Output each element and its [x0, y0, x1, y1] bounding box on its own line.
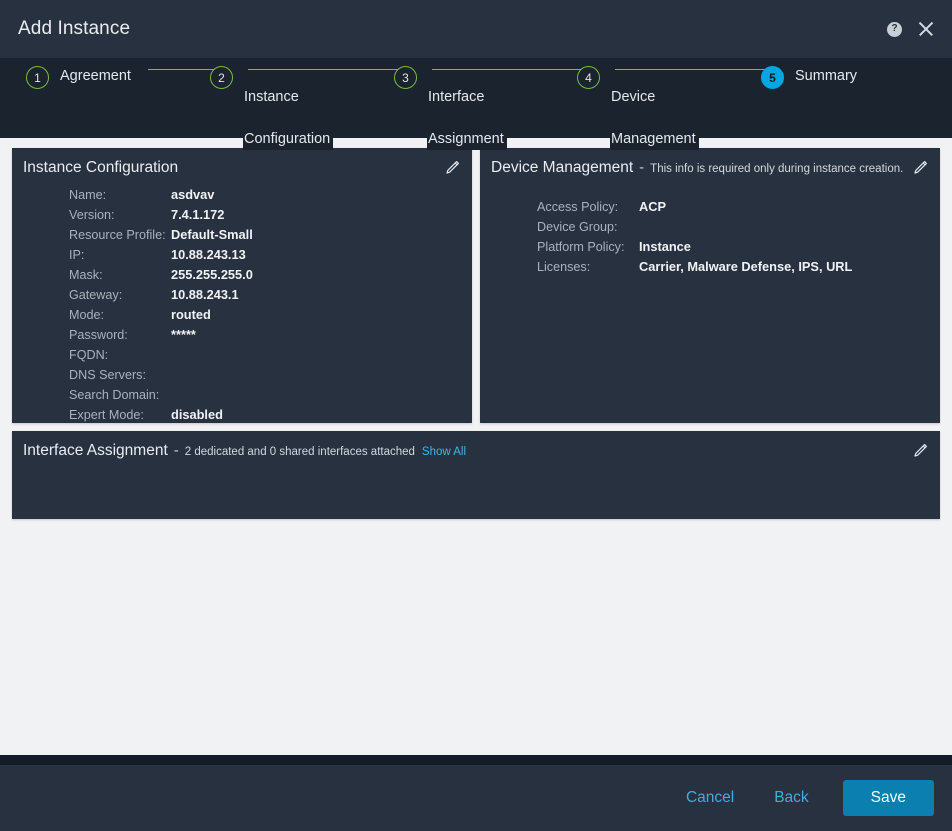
field-label: Gateway: — [69, 288, 123, 302]
field-label: Mask: — [69, 268, 103, 282]
step-3-circle[interactable]: 3 — [394, 66, 417, 89]
field-label: Platform Policy: — [537, 240, 625, 254]
device-management-header: Device Management - This info is require… — [480, 148, 940, 177]
footer-divider — [0, 755, 952, 765]
close-icon[interactable] — [916, 19, 936, 39]
card-instance-configuration: Instance Configuration Name: asdvav Vers… — [12, 148, 472, 423]
field-expert-mode: Expert Mode: disabled — [12, 405, 472, 425]
field-value: 10.88.243.1 — [171, 287, 239, 302]
device-management-fields: Access Policy: ACP Device Group: Platfor… — [480, 177, 940, 289]
field-name: Name: asdvav — [12, 185, 472, 205]
wizard-stepper: 1 Agreement 2 Instance Configuration 3 I… — [0, 58, 952, 150]
step-2-label-line1: Instance — [243, 87, 302, 108]
field-value: 255.255.255.0 — [171, 267, 253, 282]
field-mode: Mode: routed — [12, 305, 472, 325]
step-1-circle[interactable]: 1 — [26, 66, 49, 89]
instance-configuration-title: Instance Configuration — [23, 159, 179, 176]
field-password: Password: ***** — [12, 325, 472, 345]
interface-assignment-title: Interface Assignment — [23, 442, 168, 459]
field-licenses: Licenses: Carrier, Malware Defense, IPS,… — [480, 257, 940, 277]
field-dns-servers: DNS Servers: — [12, 365, 472, 385]
field-label: FQDN: — [69, 348, 109, 362]
field-value: disabled — [171, 407, 223, 422]
field-value: Instance — [639, 239, 691, 254]
field-label: DNS Servers: — [69, 368, 146, 382]
field-label: Licenses: — [537, 260, 591, 274]
summary-body: Instance Configuration Name: asdvav Vers… — [0, 138, 952, 765]
step-2-label[interactable]: Instance Configuration — [243, 66, 334, 150]
interface-assignment-header: Interface Assignment - 2 dedicated and 0… — [12, 431, 940, 460]
help-circle-icon[interactable]: ? — [887, 21, 902, 37]
pencil-icon[interactable] — [912, 443, 928, 459]
field-resource-profile: Resource Profile: Default-Small — [12, 225, 472, 245]
field-label: Version: — [69, 208, 115, 222]
card-interface-assignment: Interface Assignment - 2 dedicated and 0… — [12, 431, 940, 519]
step-2-label-line2: Configuration — [243, 129, 334, 150]
field-value: ***** — [171, 327, 196, 342]
field-label: Search Domain: — [69, 388, 160, 402]
step-3-label-line2: Assignment — [427, 129, 507, 150]
field-label: Mode: — [69, 308, 105, 322]
cancel-button[interactable]: Cancel — [666, 781, 754, 815]
pencil-icon[interactable] — [912, 160, 928, 176]
dialog-footer: Cancel Back Save — [0, 765, 952, 831]
interface-assignment-subtitle: 2 dedicated and 0 shared interfaces atta… — [184, 446, 415, 458]
step-2-circle[interactable]: 2 — [210, 66, 233, 89]
field-ip: IP: 10.88.243.13 — [12, 245, 472, 265]
field-mask: Mask: 255.255.255.0 — [12, 265, 472, 285]
step-1-label-text: Agreement — [59, 66, 134, 87]
step-1-agreement[interactable]: 1 Agreement — [26, 66, 134, 89]
stepper-track: 1 Agreement 2 Instance Configuration 3 I… — [26, 58, 952, 150]
field-label: Name: — [69, 188, 107, 202]
field-label: IP: — [69, 248, 85, 262]
field-device-group: Device Group: — [480, 217, 940, 237]
step-4-label-line1: Device — [610, 87, 659, 108]
field-label: Resource Profile: — [69, 228, 166, 242]
step-4-label[interactable]: Device Management — [610, 66, 699, 150]
field-search-domain: Search Domain: — [12, 385, 472, 405]
summary-top-row: Instance Configuration Name: asdvav Vers… — [12, 148, 940, 423]
device-management-subtitle: This info is required only during instan… — [650, 163, 904, 175]
step-5-circle[interactable]: 5 — [761, 66, 784, 89]
field-value: Carrier, Malware Defense, IPS, URL — [639, 259, 853, 274]
step-5-label-text: Summary — [794, 66, 861, 87]
field-value: ACP — [639, 199, 667, 214]
step-5-summary[interactable]: 5 Summary — [761, 66, 861, 89]
step-3-label[interactable]: Interface Assignment — [427, 66, 507, 150]
back-button[interactable]: Back — [754, 781, 828, 815]
field-version: Version: 7.4.1.172 — [12, 205, 472, 225]
interface-assignment-dash: - — [173, 442, 179, 459]
instance-configuration-fields: Name: asdvav Version: 7.4.1.172 Resource… — [12, 177, 472, 437]
field-label: Access Policy: — [537, 200, 619, 214]
show-all-link[interactable]: Show All — [422, 446, 466, 458]
dialog-titlebar: Add Instance ? — [0, 0, 952, 58]
field-value: 7.4.1.172 — [171, 207, 225, 222]
field-fqdn: FQDN: — [12, 345, 472, 365]
instance-configuration-header: Instance Configuration — [12, 148, 472, 177]
field-value: asdvav — [171, 187, 215, 202]
pencil-icon[interactable] — [444, 160, 460, 176]
step-1-label[interactable]: Agreement — [59, 66, 134, 87]
field-platform-policy: Platform Policy: Instance — [480, 237, 940, 257]
field-label: Expert Mode: — [69, 408, 144, 422]
field-value: routed — [171, 307, 211, 322]
titlebar-actions: ? — [887, 19, 936, 39]
field-value: 10.88.243.13 — [171, 247, 246, 262]
step-3-label-line1: Interface — [427, 87, 488, 108]
step-4-label-line2: Management — [610, 129, 699, 150]
step-4-circle[interactable]: 4 — [577, 66, 600, 89]
step-5-label[interactable]: Summary — [794, 66, 861, 87]
device-management-dash: - — [639, 159, 645, 176]
page-title: Add Instance — [18, 18, 131, 39]
field-label: Password: — [69, 328, 128, 342]
field-label: Device Group: — [537, 220, 618, 234]
device-management-title: Device Management — [491, 159, 634, 176]
field-value: Default-Small — [171, 227, 253, 242]
save-button[interactable]: Save — [842, 780, 934, 816]
field-gateway: Gateway: 10.88.243.1 — [12, 285, 472, 305]
card-device-management: Device Management - This info is require… — [480, 148, 940, 423]
field-access-policy: Access Policy: ACP — [480, 197, 940, 217]
